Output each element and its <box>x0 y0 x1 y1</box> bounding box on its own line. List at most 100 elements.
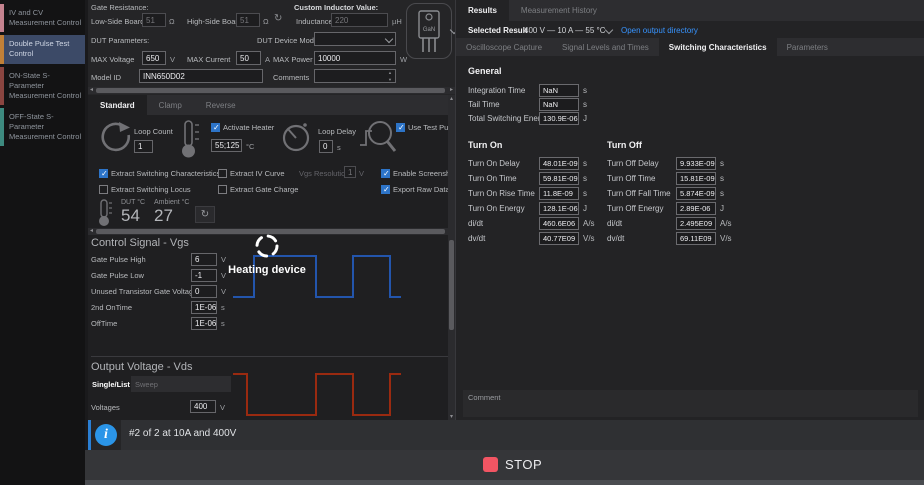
info-icon: i <box>95 424 117 446</box>
output-voltage-title: Output Voltage - Vds <box>91 361 193 373</box>
offtime-input[interactable]: 1E-06 <box>191 317 217 330</box>
low-side-board-input[interactable]: 51 <box>142 13 166 27</box>
turn-off-fall-time-value: 5.874E-09 <box>676 187 716 200</box>
stop-button-label: STOP <box>505 457 542 472</box>
vgs-resolution-input[interactable]: 1 <box>344 166 356 178</box>
turn-on-dvdt-label: dv/dt <box>468 234 485 243</box>
inductance-unit: µH <box>392 17 402 26</box>
voltages-unit: V <box>220 403 225 412</box>
open-output-directory-link[interactable]: Open output directory <box>621 26 698 35</box>
export-raw-data-checkbox[interactable] <box>381 185 390 194</box>
sidebar-item-double-pulse[interactable]: Double Pulse Test Control <box>0 35 85 63</box>
turn-on-dvdt-unit: V/s <box>583 234 595 243</box>
comment-label: Comment <box>468 393 501 402</box>
selected-result-chevron-icon[interactable] <box>605 26 613 34</box>
refresh-temperature-button[interactable]: ↻ <box>195 206 215 223</box>
params-horizontal-scrollbar[interactable]: ◂ ▸ <box>88 87 455 94</box>
low-side-board-unit: Ω <box>169 17 175 26</box>
tab-reverse[interactable]: Reverse <box>194 95 248 115</box>
turn-off-dvdt-unit: V/s <box>720 234 732 243</box>
device-package-box[interactable]: GaN <box>406 3 452 59</box>
turn-off-energy-label: Turn Off Energy <box>607 204 663 213</box>
tail-time-value: NaN <box>539 98 579 111</box>
max-current-input[interactable]: 50 <box>236 51 261 65</box>
turn-on-didt-value: 460.6E06 <box>539 217 579 230</box>
sidebar-item-off-state[interactable]: OFF-State S-Parameter Measurement Contro… <box>0 108 85 146</box>
general-section-title: General <box>468 66 502 76</box>
tab-clamp[interactable]: Clamp <box>147 95 194 115</box>
loop-count-input[interactable]: 1 <box>134 140 153 153</box>
comments-label: Comments <box>273 73 309 82</box>
voltages-input[interactable]: 400 <box>190 400 216 413</box>
turn-off-energy-unit: J <box>720 204 724 213</box>
tab-switching-characteristics[interactable]: Switching Characteristics <box>659 38 777 56</box>
tab-single-list[interactable]: Single/List <box>88 376 131 392</box>
bottom-strip <box>85 480 924 485</box>
vgs-resolution-unit: V <box>359 169 364 178</box>
max-voltage-input[interactable]: 650 <box>142 51 166 65</box>
comments-stepper[interactable]: ▲▼ <box>388 69 392 83</box>
enable-screenshots-checkbox[interactable] <box>381 169 390 178</box>
tab-standard[interactable]: Standard <box>88 95 147 115</box>
export-raw-data-label: Export Raw Data <box>393 185 450 194</box>
loop-delay-input[interactable]: 0 <box>319 140 333 153</box>
model-id-input[interactable]: INN650D02 <box>139 69 263 83</box>
use-test-pulse-checkbox[interactable] <box>396 123 405 132</box>
extract-switching-locus-checkbox[interactable] <box>99 185 108 194</box>
turn-on-energy-unit: J <box>583 204 587 213</box>
tail-time-unit: s <box>583 100 587 109</box>
activate-heater-checkbox[interactable] <box>211 123 220 132</box>
comment-field[interactable]: Comment <box>463 390 918 417</box>
extract-gate-charge-checkbox[interactable] <box>218 185 227 194</box>
test-pulse-icon <box>358 117 398 157</box>
loop-delay-label: Loop Delay <box>318 127 356 136</box>
heater-setpoint-input[interactable]: 55;125 <box>211 139 242 152</box>
turn-off-time-unit: s <box>720 174 724 183</box>
stop-button[interactable]: STOP <box>483 457 542 472</box>
comments-input[interactable] <box>314 69 396 83</box>
extract-iv-curve-checkbox[interactable] <box>218 169 227 178</box>
loop-count-label: Loop Count <box>134 127 173 136</box>
temperature-readout-icon <box>98 199 114 227</box>
output-voltage-tabstrip: Single/List Sweep <box>88 376 231 392</box>
activate-heater-label: Activate Heater <box>223 123 274 132</box>
sidebar-item-label: IV and CV Measurement Control <box>9 8 81 27</box>
total-switching-energy-label: Total Switching Energy <box>468 114 549 123</box>
second-ontime-unit: s <box>221 303 225 312</box>
turn-on-energy-label: Turn On Energy <box>468 204 525 213</box>
extract-switching-characteristics-checkbox[interactable] <box>99 169 108 178</box>
total-switching-energy-unit: J <box>583 114 587 123</box>
tab-sweep[interactable]: Sweep <box>131 376 162 392</box>
gate-pulse-high-unit: V <box>221 255 226 264</box>
turn-on-time-value: 59.81E-09 <box>539 172 579 185</box>
sidebar: IV and CV Measurement Control Double Pul… <box>0 0 85 485</box>
refresh-resistance-icon[interactable]: ↻ <box>274 13 282 24</box>
max-current-label: MAX Current <box>187 55 230 64</box>
tab-oscilloscope-capture[interactable]: Oscilloscope Capture <box>456 38 552 56</box>
tab-results[interactable]: Results <box>456 0 509 21</box>
heating-spinner-icon <box>254 233 280 264</box>
high-side-board-input[interactable]: 51 <box>236 13 260 27</box>
integration-time-unit: s <box>583 86 587 95</box>
dut-device-mode-select[interactable] <box>314 32 396 46</box>
sidebar-item-iv-cv[interactable]: IV and CV Measurement Control <box>0 4 85 32</box>
turn-off-didt-unit: A/s <box>720 219 732 228</box>
sidebar-item-on-state[interactable]: ON-State S-Parameter Measurement Control <box>0 67 85 105</box>
config-tabstrip: Standard Clamp Reverse <box>88 95 455 115</box>
inductance-input[interactable]: 220 <box>331 13 388 27</box>
max-power-input[interactable]: 10000 <box>314 51 396 65</box>
tab-signal-levels-times[interactable]: Signal Levels and Times <box>552 38 659 56</box>
extract-switching-locus-label: Extract Switching Locus <box>111 185 191 194</box>
second-ontime-input[interactable]: 1E-06 <box>191 301 217 314</box>
turn-on-delay-value: 48.01E-09 <box>539 157 579 170</box>
left-panel-vertical-scrollbar[interactable]: ▴ ▾ <box>448 95 455 420</box>
offtime-label: OffTime <box>91 319 117 328</box>
turn-on-rise-time-unit: s <box>583 189 587 198</box>
turn-off-time-value: 15.81E-09 <box>676 172 716 185</box>
gate-pulse-low-input[interactable]: -1 <box>191 269 217 282</box>
selected-result-value[interactable]: 400 V — 10 A — 55 °C <box>524 26 605 35</box>
unused-gate-voltage-input[interactable]: 0 <box>191 285 217 298</box>
gate-pulse-high-input[interactable]: 6 <box>191 253 217 266</box>
tab-measurement-history[interactable]: Measurement History <box>509 0 609 21</box>
tab-parameters[interactable]: Parameters <box>777 38 838 56</box>
